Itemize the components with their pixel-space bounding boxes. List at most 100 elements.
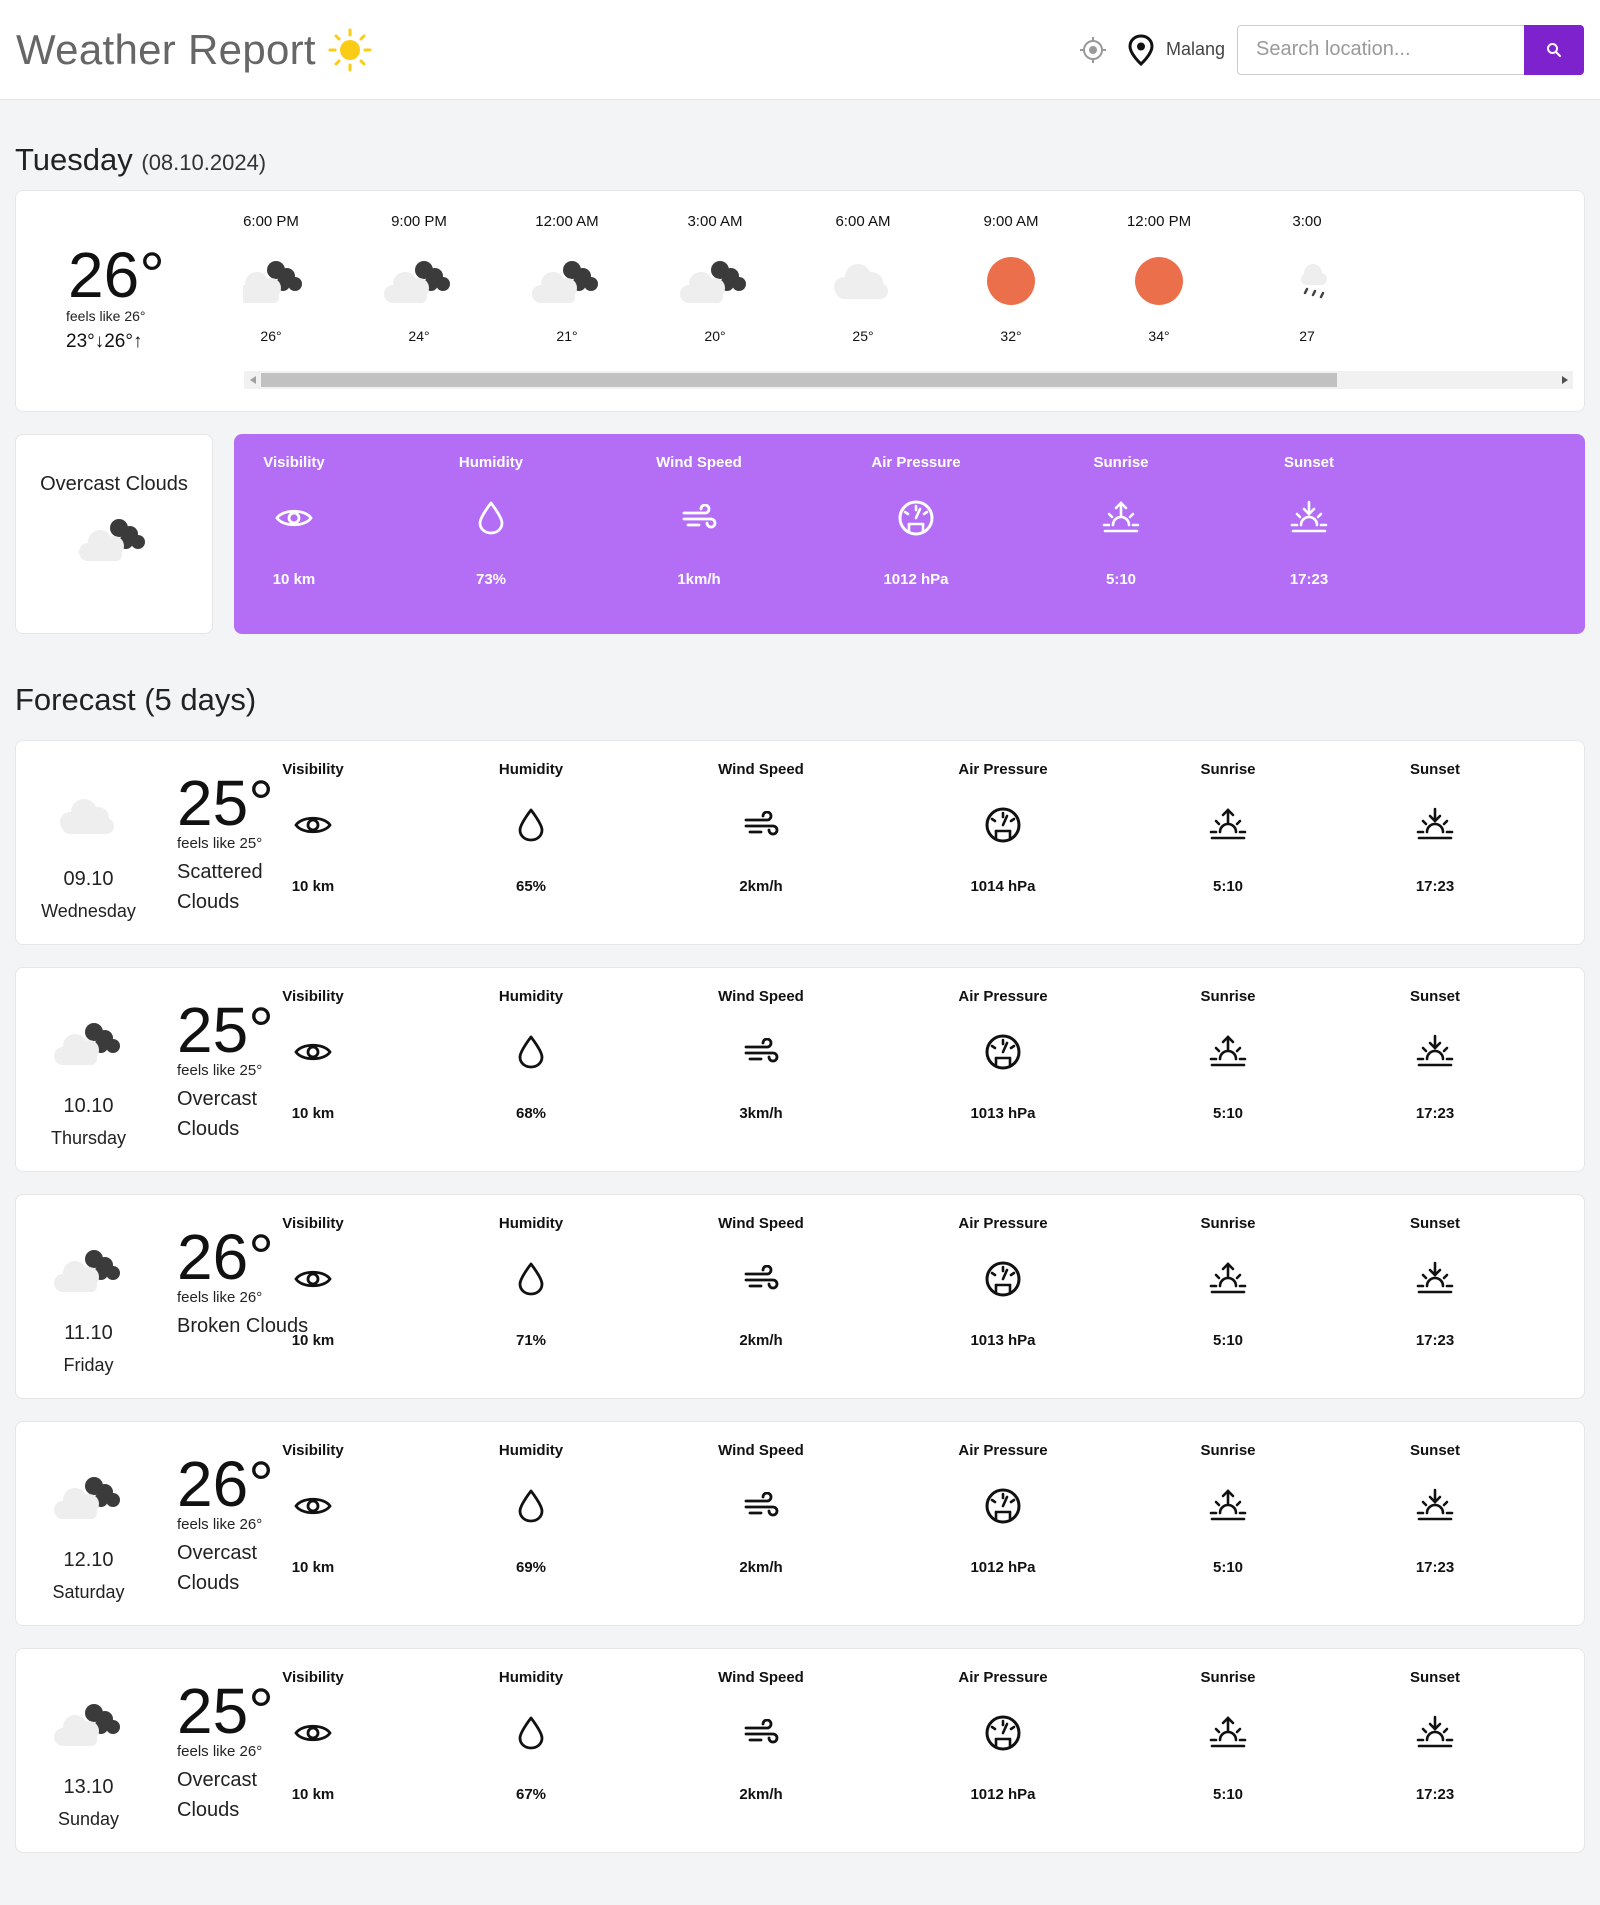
stat-label: Visibility xyxy=(282,761,344,778)
gauge-icon xyxy=(928,1695,1078,1770)
hourly-temp: 21° xyxy=(556,328,578,344)
cloud-icon xyxy=(803,233,923,328)
stat-label: Visibility xyxy=(282,1215,344,1232)
hourly-temp: 32° xyxy=(1000,328,1022,344)
eye-icon xyxy=(238,1014,388,1089)
stat-value: 5:10 xyxy=(1212,878,1244,895)
locate-me-icon[interactable] xyxy=(1076,33,1110,67)
forecast-date: 13.10 xyxy=(63,1776,114,1798)
eye-icon xyxy=(238,787,388,862)
stat-value: 1012 hPa xyxy=(970,1559,1036,1576)
sunrise-icon xyxy=(1153,1241,1303,1316)
stat-value: 2km/h xyxy=(739,1332,783,1349)
stat-label: Wind Speed xyxy=(656,454,742,471)
stat-visibility: Visibility 10 km xyxy=(238,1669,388,1803)
stat-value: 1014 hPa xyxy=(970,878,1036,895)
stat-value: 17:23 xyxy=(1415,1559,1455,1576)
droplet-icon xyxy=(456,1695,606,1770)
droplet-icon xyxy=(456,1241,606,1316)
wind-icon xyxy=(686,1695,836,1770)
forecast-day-summary: 11.10 Friday xyxy=(16,1195,161,1400)
forecast-day-card: 11.10 Friday 26° feels like 26° Broken Cloud… xyxy=(15,1194,1585,1399)
scrollbar-thumb[interactable] xyxy=(261,373,1337,387)
forecast-date: 09.10 xyxy=(63,868,114,890)
stat-sunset: Sunset 17:23 xyxy=(1360,988,1510,1122)
hourly-time: 3:00 xyxy=(1292,213,1322,230)
scroll-right-arrow-icon[interactable] xyxy=(1556,371,1573,389)
hourly-time: 6:00 PM xyxy=(243,213,299,230)
search-input[interactable] xyxy=(1237,24,1524,75)
overcast-cloud-icon xyxy=(655,233,775,328)
stat-value: 73% xyxy=(475,571,507,588)
stat-sunset: Sunset 17:23 xyxy=(1360,1442,1510,1576)
hourly-forecast[interactable]: 6:00 PM 26° 9:00 PM 24° 12:00 AM 21° 3:00 A… xyxy=(243,191,1573,373)
sunset-icon xyxy=(1219,480,1399,555)
stat-label: Humidity xyxy=(498,1669,564,1686)
stat-label: Air Pressure xyxy=(958,761,1048,778)
stat-label: Sunrise xyxy=(1200,1442,1256,1459)
gauge-icon xyxy=(928,1241,1078,1316)
scroll-left-arrow-icon[interactable] xyxy=(244,371,261,389)
today-day: Tuesday xyxy=(15,142,133,177)
stat-visibility: Visibility 10 km xyxy=(238,761,388,895)
overcast-cloud-icon xyxy=(16,514,212,564)
stat-label: Sunrise xyxy=(1093,454,1149,471)
stat-value: 2km/h xyxy=(739,878,783,895)
stat-air-pressure: Air Pressure 1012 hPa xyxy=(928,1669,1078,1803)
stat-value: 68% xyxy=(515,1105,547,1122)
stat-label: Air Pressure xyxy=(958,1669,1048,1686)
eye-icon xyxy=(238,1468,388,1543)
droplet-icon xyxy=(401,480,581,555)
stat-value: 17:23 xyxy=(1415,1332,1455,1349)
today-stats-panel: Visibility 10 km Humidity 73% Wind Speed 1km/… xyxy=(234,434,1585,634)
hourly-temp: 26° xyxy=(260,328,282,344)
stat-sunrise: Sunrise 5:10 xyxy=(1031,454,1211,588)
forecast-day-summary: 13.10 Sunday xyxy=(16,1649,161,1854)
hourly-scrollbar[interactable] xyxy=(244,371,1573,389)
rain-icon xyxy=(1247,233,1367,328)
hourly-item: 9:00 AM 32° xyxy=(951,213,1071,344)
hourly-time: 9:00 PM xyxy=(391,213,447,230)
current-temp-range: 23°↓26°↑ xyxy=(66,331,143,352)
stat-humidity: Humidity 69% xyxy=(456,1442,606,1576)
sunset-icon xyxy=(1360,1014,1510,1089)
stat-humidity: Humidity 68% xyxy=(456,988,606,1122)
sun-icon xyxy=(951,233,1071,328)
stat-air-pressure: Air Pressure 1012 hPa xyxy=(928,1442,1078,1576)
stat-air-pressure: Air Pressure 1014 hPa xyxy=(928,761,1078,895)
hourly-temp: 25° xyxy=(852,328,874,344)
stat-label: Visibility xyxy=(263,454,325,471)
gauge-icon xyxy=(928,1468,1078,1543)
stat-value: 2km/h xyxy=(739,1786,783,1803)
stat-value: 3km/h xyxy=(739,1105,783,1122)
stat-visibility: Visibility 10 km xyxy=(238,1442,388,1576)
stat-label: Air Pressure xyxy=(958,988,1048,1005)
search-button[interactable] xyxy=(1524,24,1584,75)
stat-value: 2km/h xyxy=(739,1559,783,1576)
current-condition-card: Overcast Clouds xyxy=(15,434,213,634)
stat-value: 1013 hPa xyxy=(970,1332,1036,1349)
sunrise-icon xyxy=(1153,787,1303,862)
stat-label: Humidity xyxy=(458,454,524,471)
stat-value: 65% xyxy=(515,878,547,895)
stat-value: 10 km xyxy=(291,1559,335,1576)
hourly-item: 3:00 27 xyxy=(1247,213,1367,344)
wind-icon xyxy=(686,1241,836,1316)
stat-label: Sunrise xyxy=(1200,1215,1256,1232)
stat-label: Wind Speed xyxy=(718,988,804,1005)
forecast-weekday: Sunday xyxy=(57,1809,120,1829)
eye-icon xyxy=(238,1695,388,1770)
stat-label: Humidity xyxy=(498,1442,564,1459)
forecast-day-card: 10.10 Thursday 25° feels like 25° Overcast C… xyxy=(15,967,1585,1172)
stat-sunset: Sunset 17:23 xyxy=(1360,761,1510,895)
sunset-icon xyxy=(1360,787,1510,862)
stat-label: Air Pressure xyxy=(958,1215,1048,1232)
stat-label: Visibility xyxy=(282,1669,344,1686)
hourly-item: 12:00 PM 34° xyxy=(1099,213,1219,344)
stat-value: 69% xyxy=(515,1559,547,1576)
stat-sunset: Sunset 17:23 xyxy=(1360,1215,1510,1349)
forecast-day-summary: 10.10 Thursday xyxy=(16,968,161,1173)
stat-wind-speed: Wind Speed 3km/h xyxy=(686,988,836,1122)
stat-visibility: Visibility 10 km xyxy=(204,454,384,588)
forecast-day-card: 09.10 Wednesday 25° feels like 25° Scattered… xyxy=(15,740,1585,945)
